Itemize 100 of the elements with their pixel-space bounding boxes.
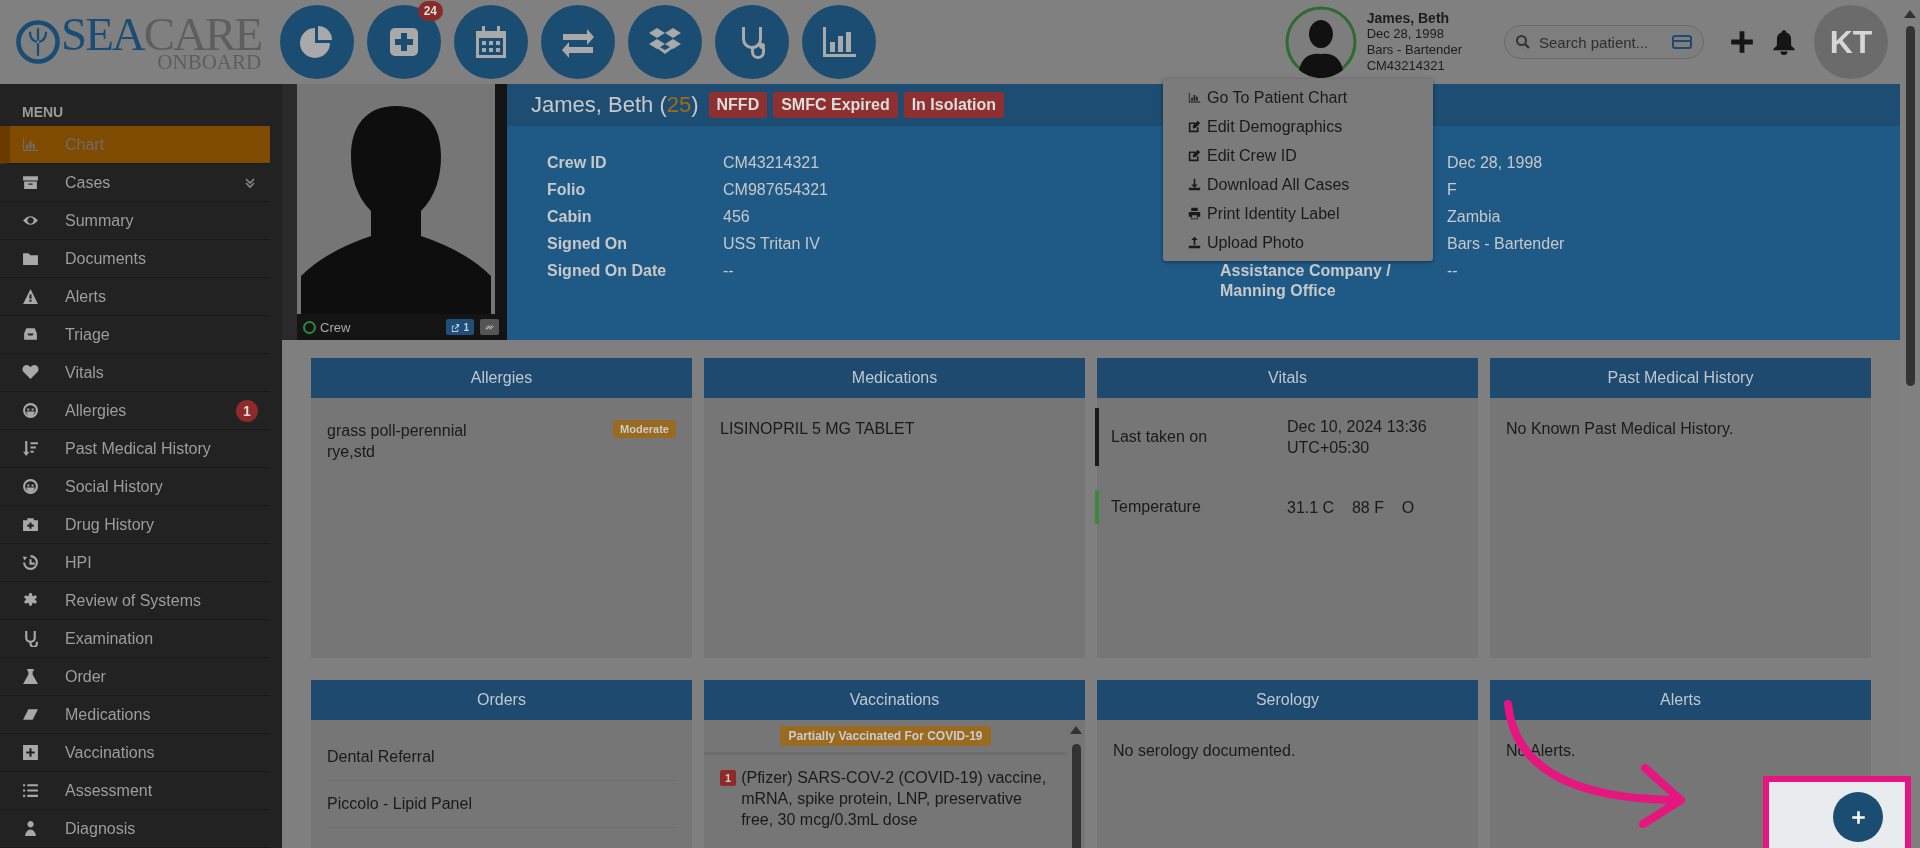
status-tag: SMFC Expired (773, 92, 898, 118)
sidebar-item[interactable]: HPI (0, 544, 270, 582)
status-label: Crew (303, 319, 441, 335)
history-icon (22, 554, 39, 571)
menu-item[interactable]: Edit Demographics (1163, 112, 1433, 141)
menu-item[interactable]: Edit Crew ID (1163, 141, 1433, 170)
patient-title: James, Beth (25) (531, 92, 699, 118)
medical-kit-icon (22, 516, 39, 533)
sidebar-item[interactable]: Vitals (0, 354, 270, 392)
eraser-icon (22, 706, 39, 723)
warning-icon (22, 288, 39, 305)
sidebar-item[interactable]: Diagnosis (0, 810, 270, 848)
status-tag: In Isolation (903, 92, 1005, 118)
patient-role: Bars - Bartender (1366, 42, 1462, 58)
field-label: Cabin (547, 207, 593, 227)
field-value: -- (723, 262, 734, 279)
sidebar-item[interactable]: Medications (0, 696, 270, 734)
logo-text: SEA (61, 8, 144, 60)
sidebar-item[interactable]: Documents (0, 240, 270, 278)
share-button[interactable]: 1 (446, 319, 474, 335)
sidebar-item[interactable]: Examination (0, 620, 270, 658)
search-field[interactable]: Search patient... (1504, 25, 1704, 59)
status-badge: Partially Vaccinated For COVID-19 (780, 726, 991, 746)
download-icon (1188, 178, 1201, 191)
medication-name: LISINOPRIL 5 MG TABLET (720, 420, 916, 438)
card-title: Orders (477, 691, 526, 709)
vital-value: Dec 10, 2024 13:36 UTC+05:30 (1287, 417, 1428, 458)
bar-chart-icon (1188, 91, 1201, 104)
upload-icon (1188, 236, 1201, 249)
field-value: USS Tritan IV (723, 235, 820, 252)
card-title: Allergies (470, 369, 533, 387)
menu-item[interactable]: Print Identity Label (1163, 199, 1433, 228)
sidebar-item[interactable]: Vaccinations (0, 734, 270, 772)
avatar-silhouette-icon[interactable] (1284, 6, 1357, 78)
sidebar-item[interactable]: Order (0, 658, 270, 696)
sidebar-item[interactable]: Allergies 1 (0, 392, 270, 430)
archive-box-icon (22, 174, 39, 191)
sidebar-item[interactable]: Review of Systems (0, 582, 270, 620)
patient-id: CM43214321 (1366, 58, 1446, 74)
bar-chart-icon (22, 136, 39, 153)
share-icon (451, 322, 461, 332)
menu-item[interactable]: Upload Photo (1163, 228, 1433, 257)
field-label: Crew ID (547, 153, 608, 173)
card-title: Alerts (1660, 691, 1701, 709)
stethoscope-icon (22, 630, 39, 647)
folder-icon (22, 250, 39, 267)
status-tag: NFFD (708, 92, 768, 118)
severity-badge: Moderate (613, 420, 676, 438)
count-badge: 1 (236, 399, 258, 422)
vital-value: 31.1 C 88 F O (1287, 497, 1416, 518)
sidebar-item[interactable]: Cases (0, 164, 270, 202)
sidebar-item[interactable]: Past Medical History (0, 430, 270, 468)
person-icon (22, 820, 39, 837)
sidebar-item[interactable]: Drug History (0, 506, 270, 544)
vital-label: Last taken on (1111, 428, 1209, 446)
tray-icon (22, 326, 39, 343)
field-label: Folio (547, 180, 587, 200)
field-value: Bars - Bartender (1447, 235, 1565, 252)
allergy-name: grass poll-perennial rye,std (327, 421, 468, 462)
list-icon (22, 782, 39, 799)
edit-icon (1188, 149, 1201, 162)
field-label: Assistance Company / Manning Office (1220, 261, 1392, 301)
edit-icon (1188, 120, 1201, 133)
notification-badge: 24 (417, 1, 443, 21)
printer-icon (1188, 207, 1201, 220)
link-button[interactable] (480, 319, 499, 335)
sort-icon (22, 440, 39, 457)
card-icon[interactable] (1672, 34, 1692, 50)
field-value: F (1447, 181, 1457, 198)
sidebar-item[interactable]: Assessment (0, 772, 270, 810)
sidebar-item[interactable]: Triage (0, 316, 270, 354)
patient-dob: Dec 28, 1998 (1366, 26, 1445, 42)
field-value: Zambia (1447, 208, 1501, 225)
plus-icon (1850, 809, 1866, 825)
add-button[interactable] (1833, 792, 1883, 842)
menu-item[interactable]: Go To Patient Chart (1163, 83, 1433, 112)
smiley-icon (22, 402, 39, 419)
plus-icon[interactable] (1730, 30, 1754, 54)
logo-text: CARE (143, 8, 262, 60)
card-title: Medications (851, 369, 938, 387)
field-value: -- (1447, 262, 1458, 279)
field-label: Signed On Date (547, 261, 668, 281)
menu-item[interactable]: Download All Cases (1163, 170, 1433, 199)
card-title: Vaccinations (849, 691, 940, 709)
card-title: Serology (1255, 691, 1320, 709)
card-title: Past Medical History (1607, 369, 1754, 387)
order-item: Dental Referral (327, 734, 676, 781)
sidebar-item[interactable]: Summary (0, 202, 270, 240)
sidebar-item[interactable]: Alerts (0, 278, 270, 316)
bell-icon[interactable] (1772, 29, 1796, 55)
patient-name: James, Beth (1366, 10, 1451, 26)
user-avatar[interactable]: KT (1814, 5, 1888, 79)
menu-title: MENU (21, 103, 65, 122)
field-value: CM43214321 (723, 154, 820, 171)
count-badge: 1 (720, 770, 737, 786)
search-icon (1515, 34, 1531, 50)
empty-message: No Known Past Medical History. (1506, 420, 1735, 438)
chevron-down-icon[interactable] (244, 176, 256, 189)
sidebar-item[interactable]: Social History (0, 468, 270, 506)
order-item: Piccolo - Lipid Panel (327, 781, 676, 828)
